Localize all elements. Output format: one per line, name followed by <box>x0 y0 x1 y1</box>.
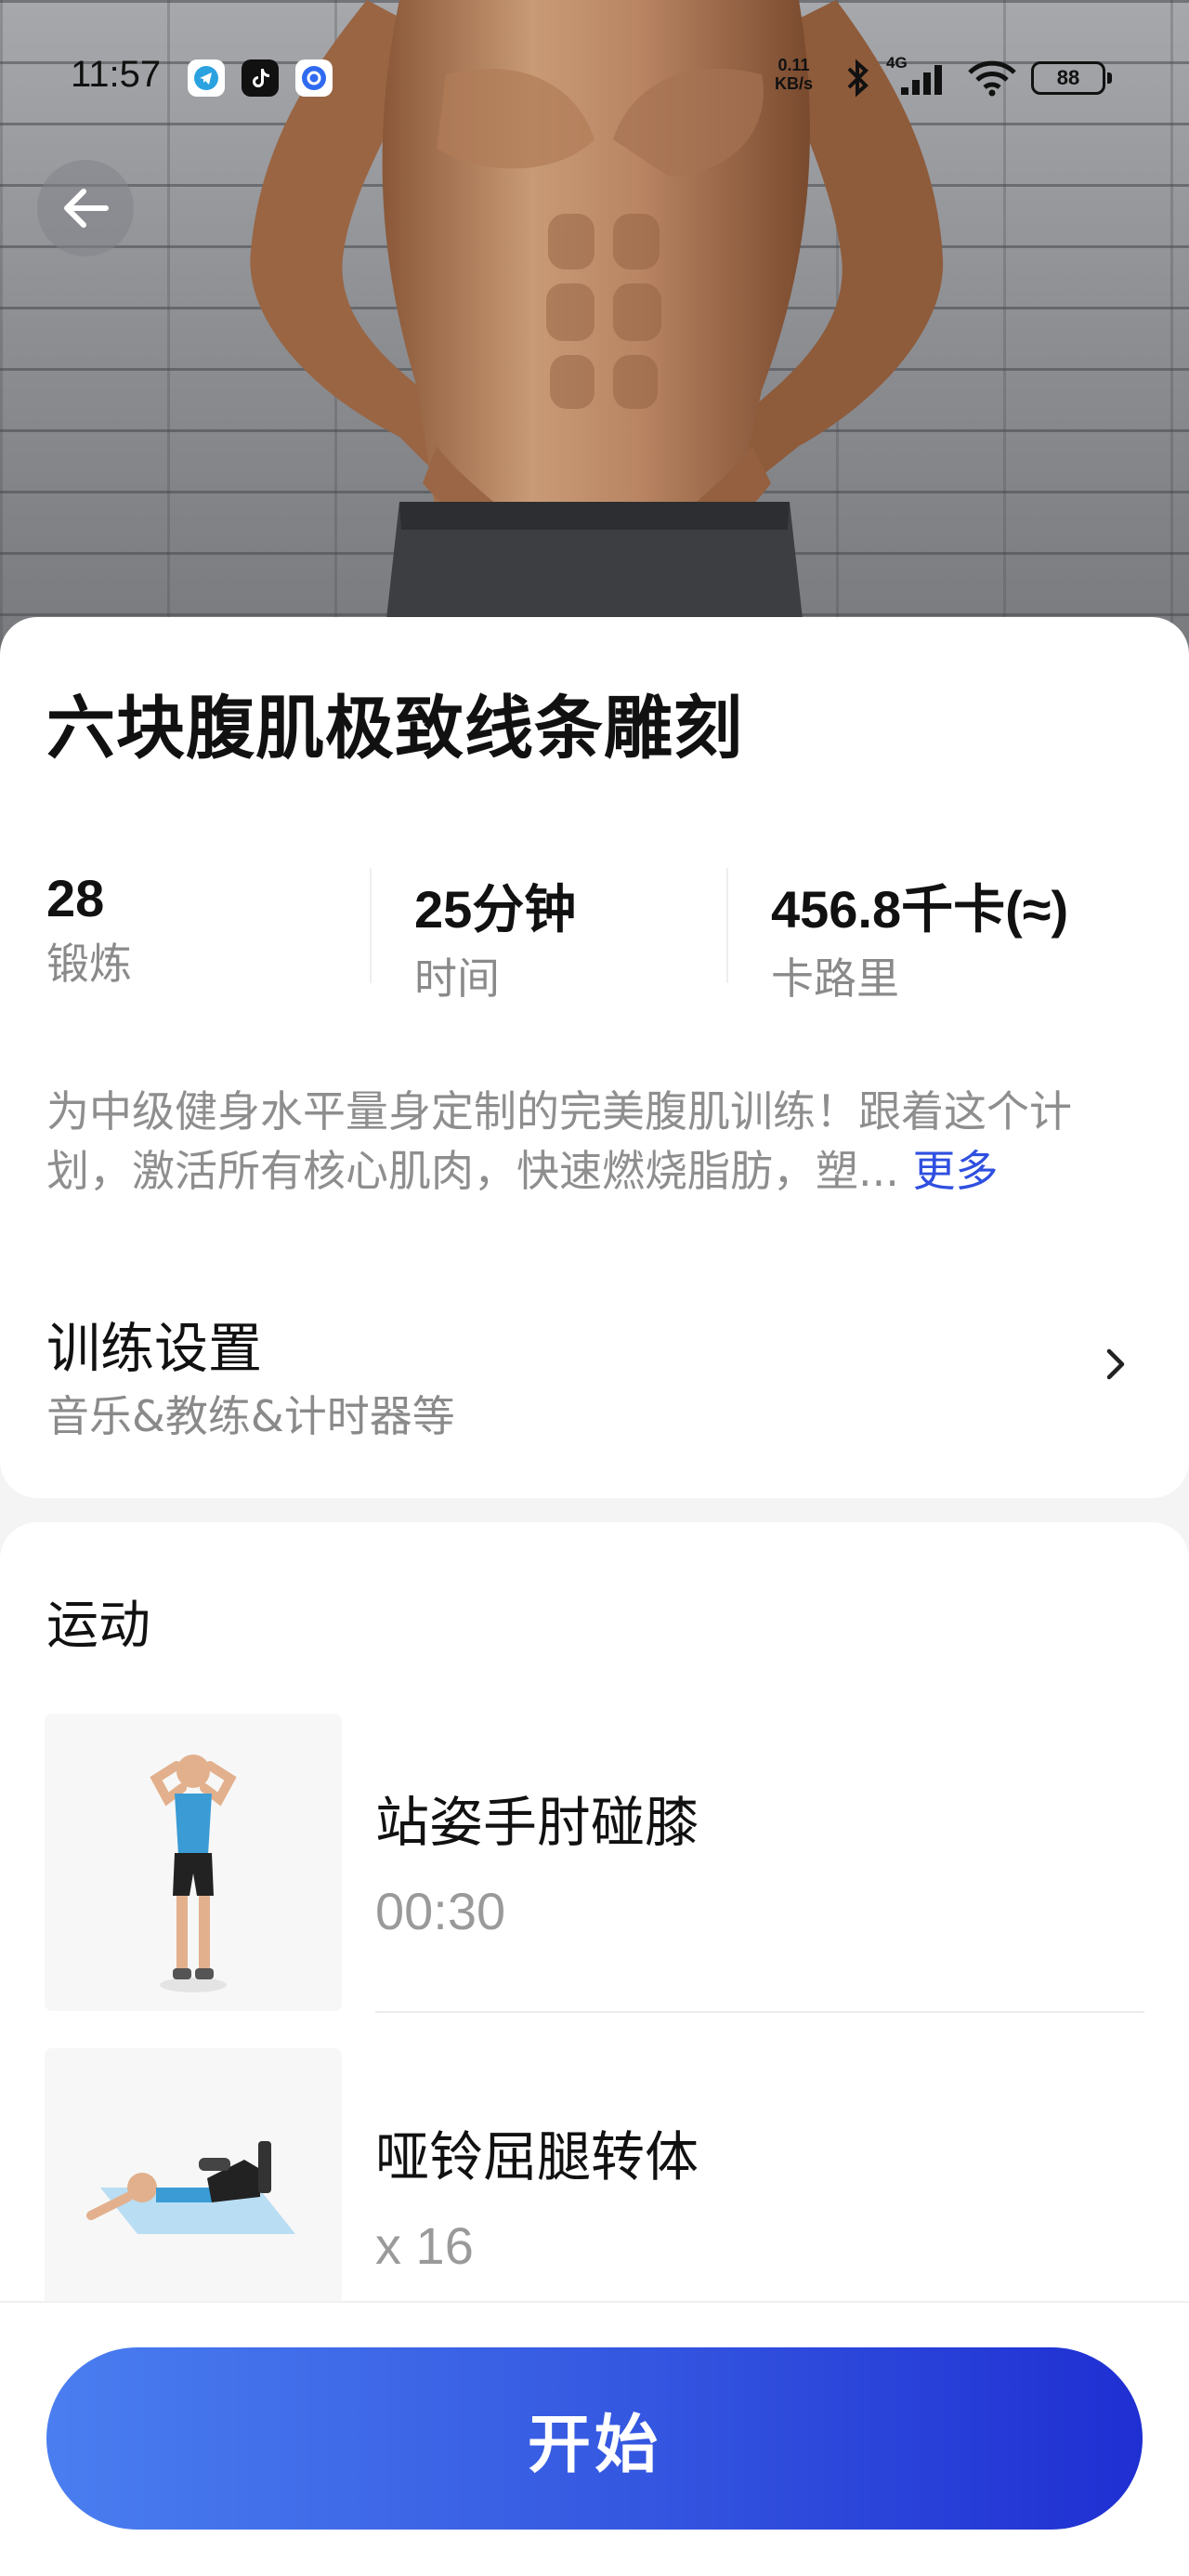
telegram-icon <box>188 59 225 97</box>
tiktok-icon <box>242 59 279 97</box>
settings-subtitle: 音乐&教练&计时器等 <box>46 1391 455 1441</box>
exercise-section-heading: 运动 <box>46 1596 150 1656</box>
stat-divider <box>726 868 728 983</box>
hero-image: 11:57 0.11 KB/s 4G 88 <box>0 0 1189 669</box>
exercise-name: 站姿手肘碰膝 <box>375 1791 699 1854</box>
exercise-reps: x 16 <box>375 2216 474 2275</box>
chevron-right-icon <box>1106 1348 1125 1380</box>
bluetooth-icon <box>847 59 869 98</box>
exercise-thumbnail <box>45 1714 342 2011</box>
workout-plan-screen: 11:57 0.11 KB/s 4G 88 六块腹肌极致线条雕刻 28 锻炼 2… <box>0 0 1189 2576</box>
exercise-duration: 00:30 <box>375 1882 506 1940</box>
battery-level: 88 <box>1056 66 1080 89</box>
status-time: 11:57 <box>71 54 162 95</box>
stat-label: 卡路里 <box>771 953 899 1004</box>
network-speed: 0.11 KB/s <box>775 56 814 93</box>
stat-calories: 456.8千卡(≈) 卡路里 <box>771 868 1068 1006</box>
plan-info-card: 六块腹肌极致线条雕刻 28 锻炼 25分钟 时间 456.8千卡(≈) 卡路里 … <box>0 617 1189 1498</box>
back-button[interactable] <box>37 160 134 256</box>
stat-label: 时间 <box>414 953 500 1004</box>
exercise-name: 哑铃屈腿转体 <box>375 2125 699 2188</box>
stat-divider <box>370 868 372 983</box>
stat-workouts: 28 锻炼 <box>46 868 132 992</box>
stat-label: 锻炼 <box>46 939 132 989</box>
start-button[interactable]: 开始 <box>46 2347 1143 2530</box>
more-link[interactable]: 更多 <box>913 1146 999 1196</box>
stat-value: 25分钟 <box>414 880 577 939</box>
training-settings-row[interactable]: 训练设置 音乐&教练&计时器等 <box>0 1305 1189 1444</box>
bottom-action-bar: 开始 <box>0 2301 1189 2576</box>
battery-icon: 88 <box>1031 61 1105 95</box>
stat-value: 28 <box>46 869 105 927</box>
wifi-icon <box>968 60 1016 97</box>
plan-description: 为中级健身水平量身定制的完美腹肌训练！跟着这个计划，激活所有核心肌肉，快速燃烧脂… <box>46 1082 1124 1201</box>
plan-title: 六块腹肌极致线条雕刻 <box>46 689 743 769</box>
settings-title: 训练设置 <box>46 1317 263 1380</box>
status-bar: 11:57 0.11 KB/s 4G 88 <box>0 0 1189 158</box>
exercise-item[interactable]: 站姿手肘碰膝 00:30 <box>0 1714 1189 2020</box>
arrow-left-icon <box>64 189 109 228</box>
signal-icon <box>901 65 942 95</box>
standing-elbow-to-knee-illustration <box>150 1755 237 1992</box>
browser-icon <box>295 59 333 97</box>
stat-duration: 25分钟 时间 <box>414 868 576 1006</box>
stat-value: 456.8千卡(≈) <box>771 880 1069 939</box>
divider <box>375 2011 1144 2013</box>
